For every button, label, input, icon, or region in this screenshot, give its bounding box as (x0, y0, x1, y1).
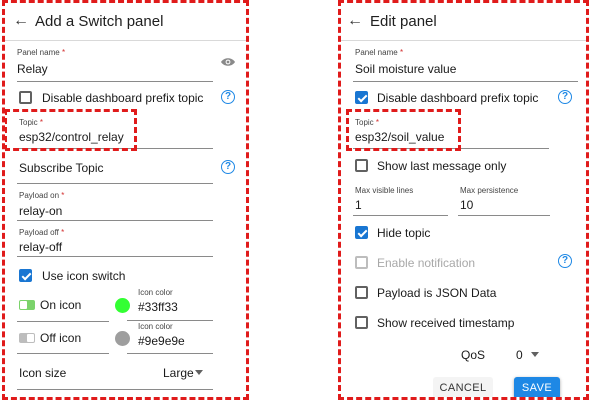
back-arrow-icon[interactable]: ← (347, 12, 363, 30)
payload-off-input[interactable]: relay-off (19, 240, 62, 254)
payload-json-checkbox[interactable] (355, 286, 368, 299)
disable-prefix-checkbox[interactable] (19, 91, 32, 104)
chevron-down-icon[interactable] (195, 370, 203, 375)
panel-name-label: Panel name * (355, 48, 404, 57)
payload-on-input[interactable]: relay-on (19, 204, 62, 218)
back-arrow-icon[interactable]: ← (13, 12, 29, 30)
header-divider (5, 40, 246, 41)
page-title: Edit panel (370, 13, 437, 30)
off-icon-color-input[interactable]: #9e9e9e (138, 334, 185, 348)
topic-highlight-box (5, 109, 137, 151)
payload-on-underline (17, 220, 213, 221)
disable-prefix-label: Disable dashboard prefix topic (377, 91, 539, 105)
topic-highlight-box (346, 109, 461, 151)
show-last-label: Show last message only (377, 159, 507, 173)
max-persistence-input[interactable]: 10 (460, 198, 473, 212)
subscribe-topic-underline (17, 183, 213, 184)
off-icon-selector[interactable]: Off icon (40, 331, 81, 345)
payload-off-label: Payload off * (19, 228, 65, 237)
off-icon-underline (17, 353, 109, 354)
help-icon[interactable]: ? (221, 160, 235, 174)
toggle-on-icon (19, 300, 35, 310)
add-switch-panel-dialog: ← Add a Switch panel Panel name * Relay … (2, 0, 249, 400)
use-icon-switch-checkbox[interactable] (19, 269, 32, 282)
help-icon[interactable]: ? (558, 254, 572, 268)
panel-name-underline (17, 81, 213, 82)
header-divider (341, 40, 586, 41)
panel-name-input[interactable]: Soil moisture value (355, 62, 456, 76)
on-icon-color-label: Icon color (138, 288, 173, 297)
payload-off-underline (17, 256, 213, 257)
show-timestamp-checkbox[interactable] (355, 316, 368, 329)
eye-icon[interactable] (220, 56, 236, 68)
max-visible-input[interactable]: 1 (355, 198, 362, 212)
max-persistence-underline (458, 215, 550, 216)
payload-json-label: Payload is JSON Data (377, 286, 497, 300)
max-visible-underline (353, 215, 448, 216)
toggle-off-icon (19, 333, 35, 343)
hide-topic-checkbox[interactable] (355, 226, 368, 239)
show-timestamp-label: Show received timestamp (377, 316, 515, 330)
panel-name-label: Panel name * (17, 48, 66, 57)
show-last-checkbox[interactable] (355, 159, 368, 172)
qos-select[interactable]: 0 (516, 348, 523, 362)
off-color-swatch[interactable] (115, 331, 130, 346)
cancel-button[interactable]: CANCEL (433, 377, 493, 397)
help-icon[interactable]: ? (221, 90, 235, 104)
on-icon-selector[interactable]: On icon (40, 298, 81, 312)
panel-name-input[interactable]: Relay (17, 62, 48, 76)
enable-notification-label: Enable notification (377, 256, 476, 270)
page-title: Add a Switch panel (35, 13, 164, 30)
disable-prefix-label: Disable dashboard prefix topic (42, 91, 204, 105)
chevron-down-icon[interactable] (531, 352, 539, 357)
icon-size-select[interactable]: Large (163, 366, 194, 380)
subscribe-topic-input[interactable]: Subscribe Topic (19, 161, 104, 175)
icon-size-label: Icon size (19, 366, 67, 380)
on-icon-color-input[interactable]: #33ff33 (138, 300, 178, 314)
on-color-underline (127, 320, 213, 321)
save-button[interactable]: SAVE (514, 377, 560, 397)
on-color-swatch[interactable] (115, 298, 130, 313)
on-icon-underline (17, 321, 109, 322)
payload-on-label: Payload on * (19, 191, 65, 200)
help-icon[interactable]: ? (558, 90, 572, 104)
qos-label: QoS (461, 348, 486, 362)
edit-panel-dialog: ← Edit panel Panel name * Soil moisture … (338, 0, 589, 400)
icon-size-underline (17, 389, 213, 390)
panel-name-underline (353, 81, 578, 82)
disable-prefix-checkbox[interactable] (355, 91, 368, 104)
off-icon-color-label: Icon color (138, 322, 173, 331)
off-color-underline (127, 353, 213, 354)
use-icon-switch-label: Use icon switch (42, 269, 126, 283)
max-visible-label: Max visible lines (355, 186, 414, 195)
enable-notification-checkbox[interactable] (355, 256, 368, 269)
max-persistence-label: Max persistence (460, 186, 519, 195)
hide-topic-label: Hide topic (377, 226, 431, 240)
